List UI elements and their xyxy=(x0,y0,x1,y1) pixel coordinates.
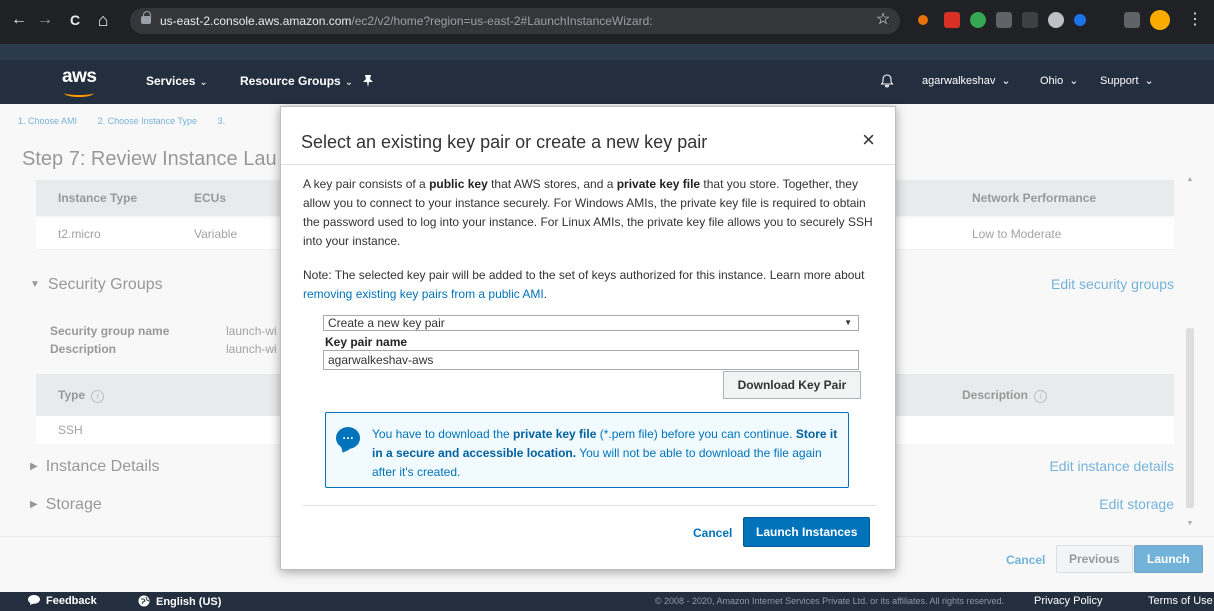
feedback-label: Feedback xyxy=(46,595,97,607)
bell-icon[interactable] xyxy=(880,74,894,91)
resource-groups-menu[interactable]: Resource Groups ⌄ xyxy=(240,74,353,88)
chat-bubble-icon: … xyxy=(336,427,360,449)
resource-groups-label: Resource Groups xyxy=(240,74,341,88)
avatar[interactable] xyxy=(1150,10,1170,30)
key-pair-name-label: Key pair name xyxy=(325,335,408,349)
support-label: Support xyxy=(1100,75,1139,87)
key-pair-explanation: A key pair consists of a public key that… xyxy=(303,177,873,248)
language-label: English (US) xyxy=(156,596,222,608)
browser-menu-icon[interactable]: ⋮ xyxy=(1184,9,1206,31)
extension-icon[interactable] xyxy=(1074,14,1086,26)
region-menu[interactable]: Ohio ⌄ xyxy=(1040,74,1078,87)
close-icon[interactable]: × xyxy=(862,129,875,151)
reload-icon[interactable]: C xyxy=(64,9,86,31)
extension-icon[interactable] xyxy=(918,15,928,25)
extension-icon[interactable] xyxy=(944,12,960,28)
extension-icon[interactable] xyxy=(1048,12,1064,28)
chevron-down-icon: ⌄ xyxy=(1069,75,1079,87)
chevron-down-icon: ⌄ xyxy=(1001,75,1011,87)
privacy-policy-link[interactable]: Privacy Policy xyxy=(1034,595,1102,607)
forward-icon[interactable]: → xyxy=(34,9,56,31)
dialog-cancel-button[interactable]: Cancel xyxy=(693,526,732,540)
divider xyxy=(303,505,877,506)
browser-toolbar: ← → C ⌂ us-east-2.console.aws.amazon.com… xyxy=(0,0,1214,44)
download-warning-alert: … You have to download the private key f… xyxy=(325,412,849,488)
key-pair-name-input[interactable] xyxy=(323,350,859,370)
removing-key-pairs-link[interactable]: removing existing key pairs from a publi… xyxy=(303,287,544,301)
feedback-link[interactable]: Feedback xyxy=(28,595,97,607)
chevron-down-icon: ⌄ xyxy=(199,77,208,88)
services-label: Services xyxy=(146,74,196,88)
download-key-pair-button[interactable]: Download Key Pair xyxy=(723,371,861,399)
extension-icon[interactable] xyxy=(1022,12,1038,28)
support-menu[interactable]: Support ⌄ xyxy=(1100,74,1154,87)
back-icon[interactable]: ← xyxy=(8,9,30,31)
terms-of-use-link[interactable]: Terms of Use xyxy=(1148,595,1213,607)
address-bar[interactable]: us-east-2.console.aws.amazon.com/ec2/v2/… xyxy=(130,8,900,34)
key-pair-action-select[interactable]: Create a new key pair ▼ xyxy=(323,315,859,331)
chevron-down-icon: ⌄ xyxy=(1144,75,1154,87)
url-host: us-east-2.console.aws.amazon.com xyxy=(160,14,352,28)
key-pair-dialog: Select an existing key pair or create a … xyxy=(280,106,896,570)
aws-logo[interactable]: aws xyxy=(62,66,97,97)
chevron-down-icon: ⌄ xyxy=(344,77,354,88)
aws-smile-icon xyxy=(64,89,94,97)
bookmark-star-icon[interactable]: ☆ xyxy=(872,9,894,31)
chevron-down-icon: ▼ xyxy=(844,318,852,327)
url-path: /ec2/v2/home?region=us-east-2#LaunchInst… xyxy=(351,14,653,28)
home-icon[interactable]: ⌂ xyxy=(92,9,114,31)
extension-icon[interactable] xyxy=(970,12,986,28)
console-footer: Feedback English (US) © 2008 - 2020, Ama… xyxy=(0,592,1214,611)
language-selector[interactable]: English (US) xyxy=(138,595,221,608)
launch-instances-button[interactable]: Launch Instances xyxy=(743,517,871,547)
aws-logo-text: aws xyxy=(62,66,97,87)
globe-icon xyxy=(138,595,150,607)
chat-icon xyxy=(28,595,40,605)
copyright-text: © 2008 - 2020, Amazon Internet Services … xyxy=(654,596,1004,606)
select-value: Create a new key pair xyxy=(328,316,445,330)
key-pair-note: Note: The selected key pair will be adde… xyxy=(303,268,865,301)
services-menu[interactable]: Services ⌄ xyxy=(146,74,208,88)
account-name: agarwalkeshav xyxy=(922,75,996,87)
account-menu[interactable]: agarwalkeshav ⌄ xyxy=(922,74,1011,87)
reading-list-icon[interactable] xyxy=(1124,12,1140,28)
lock-icon xyxy=(141,11,151,24)
pin-icon[interactable] xyxy=(362,74,374,91)
dialog-title: Select an existing key pair or create a … xyxy=(301,132,708,152)
region-label: Ohio xyxy=(1040,75,1064,87)
aws-navbar: aws Services ⌄ Resource Groups ⌄ agarwalke… xyxy=(0,44,1214,104)
extension-icon[interactable] xyxy=(996,12,1012,28)
alert-message: You have to download the private key fil… xyxy=(372,427,838,479)
divider xyxy=(281,164,895,165)
